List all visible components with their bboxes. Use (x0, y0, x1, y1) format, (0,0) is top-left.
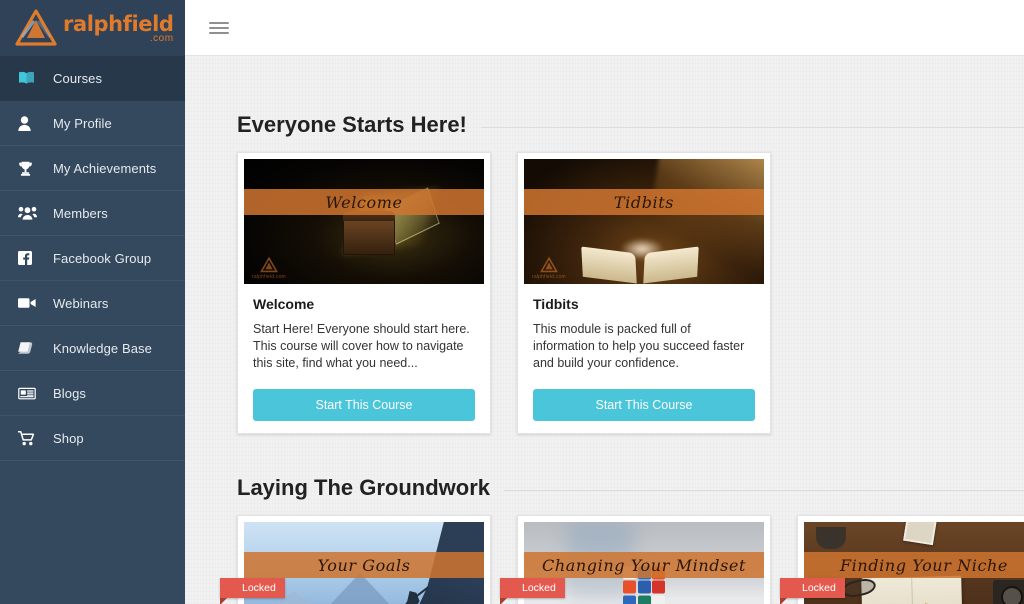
newspaper-icon (18, 387, 44, 400)
watermark-text: ralphfield.com (252, 274, 286, 280)
brand-logo-area[interactable]: ralphfield .com (0, 0, 185, 56)
thumbnail-banner: Finding Your Niche (804, 552, 1024, 578)
sidebar-item-label: My Achievements (53, 160, 157, 176)
sidebar-item-webinars[interactable]: Webinars (0, 281, 185, 326)
sidebar-item-my-profile[interactable]: My Profile (0, 101, 185, 146)
section-divider (480, 126, 1024, 128)
user-icon (18, 115, 44, 131)
chest-shape (342, 210, 395, 255)
hamburger-bar (209, 21, 229, 24)
cube-tile (637, 595, 651, 604)
cube-tile (652, 595, 665, 604)
hamburger-bar (209, 26, 229, 29)
top-header-bar (185, 0, 1024, 56)
course-card-your-goals[interactable]: Locked Your Goals (220, 515, 491, 604)
notebook-shape (860, 575, 963, 604)
section-title: Laying The Groundwork (237, 475, 491, 500)
sidebar-item-courses[interactable]: Courses (0, 56, 185, 101)
hamburger-bar (209, 31, 229, 34)
sidebar-item-members[interactable]: Members (0, 191, 185, 236)
course-description: This module is packed full of informatio… (533, 322, 745, 370)
thumbnail-banner: Your Goals (244, 552, 484, 578)
sidebar: ralphfield .com Courses My Profile My Ac… (0, 0, 185, 604)
sidebar-item-my-achievements[interactable]: My Achievements (0, 146, 185, 191)
start-course-button[interactable]: Start This Course (533, 389, 755, 421)
thumbnail-banner-text: Changing Your Mindset (542, 555, 746, 575)
book-glow-shape (619, 238, 664, 260)
cube-tile (637, 580, 651, 594)
course-title: Welcome (253, 296, 315, 312)
sidebar-item-label: My Profile (53, 115, 112, 131)
sidebar-nav: Courses My Profile My Achievements Membe… (0, 56, 185, 461)
shopping-cart-icon (18, 430, 44, 446)
book-icon (18, 71, 44, 85)
course-description: Start Here! Everyone should start here. … (253, 322, 470, 370)
course-card-finding-your-niche[interactable]: Locked Finding Your Niche (780, 515, 1024, 604)
course-card-tidbits[interactable]: Tidbits ralphfield.com Tidbits This modu… (517, 152, 771, 434)
sidebar-item-label: Facebook Group (53, 250, 152, 266)
sidebar-item-facebook-group[interactable]: Facebook Group (0, 236, 185, 281)
section-header-everyone-starts-here: Everyone Starts Here! (237, 112, 1024, 138)
course-card-changing-your-mindset[interactable]: Locked Changing Your Mindset (500, 515, 771, 604)
trophy-icon (18, 161, 44, 176)
camera-shape (993, 579, 1024, 604)
locked-badge: Locked (500, 578, 565, 604)
sidebar-item-knowledge-base[interactable]: Knowledge Base (0, 326, 185, 371)
course-thumbnail: Tidbits ralphfield.com (524, 159, 764, 284)
course-card-welcome[interactable]: Welcome ralphfield.com Welcome Start Her… (237, 152, 491, 434)
thumbnail-banner-text: Tidbits (613, 192, 675, 212)
section-title: Everyone Starts Here! (237, 112, 467, 137)
thumbnail-banner: Tidbits (524, 189, 764, 215)
cup-shape (816, 527, 846, 549)
sidebar-item-label: Members (53, 205, 108, 221)
app-root: ralphfield .com Courses My Profile My Ac… (0, 0, 1024, 604)
watermark-logo: ralphfield.com (252, 257, 286, 280)
watermark-logo: ralphfield.com (532, 257, 566, 280)
facebook-icon (18, 251, 44, 265)
thumbnail-banner-text: Your Goals (317, 555, 411, 575)
thumbnail-banner-text: Welcome (325, 192, 403, 212)
hamburger-icon[interactable] (209, 19, 229, 37)
thumbnail-banner: Welcome (244, 189, 484, 215)
course-card-row: Welcome ralphfield.com Welcome Start Her… (237, 152, 1024, 434)
course-title: Tidbits (533, 296, 579, 312)
sidebar-item-label: Webinars (53, 295, 109, 311)
ralphfield-triangle-logo-icon (14, 8, 58, 48)
locked-badge: Locked (780, 578, 845, 604)
cube-tile (623, 595, 636, 604)
main-area: Everyone Starts Here! Welcome ralphfield… (185, 0, 1024, 604)
book-open-icon (18, 341, 44, 356)
sidebar-item-label: Knowledge Base (53, 340, 152, 356)
sidebar-item-label: Blogs (53, 385, 87, 401)
thumbnail-banner: Changing Your Mindset (524, 552, 764, 578)
section-header-laying-the-groundwork: Laying The Groundwork (237, 475, 1024, 501)
sidebar-item-label: Courses (53, 70, 103, 86)
sidebar-item-label: Shop (53, 430, 84, 446)
video-camera-icon (18, 297, 44, 309)
photo-shape (902, 522, 937, 546)
locked-badge: Locked (220, 578, 285, 604)
watermark-text: ralphfield.com (532, 274, 566, 280)
start-course-button[interactable]: Start This Course (253, 389, 475, 421)
brand-name: ralphfield (63, 11, 174, 36)
course-card-row: Locked Your Goals Locked Changing Your M… (220, 515, 1024, 604)
content-scroll-area: Everyone Starts Here! Welcome ralphfield… (185, 56, 1024, 604)
users-icon (18, 206, 44, 220)
section-divider (504, 489, 1024, 491)
course-thumbnail: Welcome ralphfield.com (244, 159, 484, 284)
sidebar-item-blogs[interactable]: Blogs (0, 371, 185, 416)
cube-tile (652, 580, 665, 594)
sidebar-item-shop[interactable]: Shop (0, 416, 185, 461)
course-card-body: Tidbits This module is packed full of in… (524, 284, 764, 421)
cube-tile (623, 580, 636, 594)
course-card-body: Welcome Start Here! Everyone should star… (244, 284, 484, 421)
thumbnail-banner-text: Finding Your Niche (839, 555, 1008, 575)
